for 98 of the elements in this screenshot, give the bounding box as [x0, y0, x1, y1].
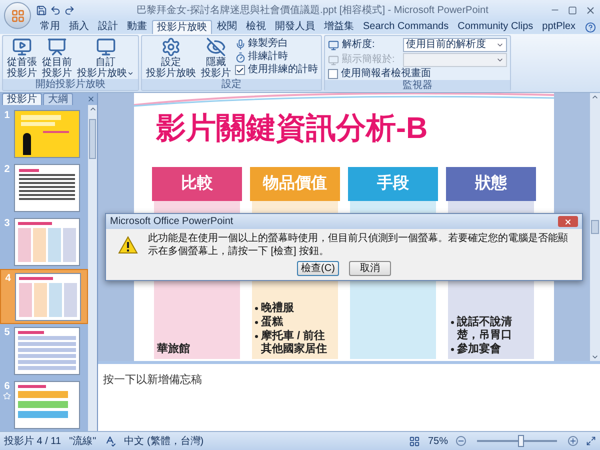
slide-thumbnail: [14, 327, 80, 375]
field-label: 解析度:: [342, 39, 376, 51]
checkbox[interactable]: [235, 65, 245, 75]
ribbon-tab[interactable]: pptPlex: [538, 20, 580, 34]
bullet-item: 蛋糕: [261, 316, 283, 329]
dropdown[interactable]: 使用目前的解析度: [403, 38, 507, 52]
ribbon-tab[interactable]: 開發人員: [271, 20, 319, 34]
projector-screen-icon: [12, 37, 32, 57]
settings-icon: [161, 37, 181, 57]
zoom-out-icon[interactable]: [456, 436, 466, 446]
slide-thumbnail: [14, 218, 80, 266]
scroll-up-icon[interactable]: [591, 93, 599, 101]
slide-counter: 投影片 4 / 11: [4, 434, 62, 448]
scrollbar[interactable]: [88, 105, 97, 431]
slide-number: 6: [4, 381, 10, 392]
slide-number: 5: [4, 327, 10, 338]
column-header: 比較: [152, 167, 242, 201]
zoom-level[interactable]: 75%: [428, 434, 448, 448]
dialog-title: Microsoft Office PowerPoint: [110, 215, 234, 229]
monitor-icon: [328, 54, 339, 66]
microphone-icon: [235, 38, 246, 50]
slide-sorter-icon[interactable]: [408, 436, 420, 446]
slide-number: 3: [4, 218, 10, 229]
column-header: 狀態: [446, 167, 536, 201]
notes-placeholder: 按一下以新增備忘稿: [103, 374, 202, 386]
monitor-icon: [328, 40, 339, 50]
language-indicator: 中文 (繁體，台灣): [124, 434, 204, 448]
field-label: 顯示簡報於:: [342, 54, 396, 66]
group-label: 監視器: [325, 80, 510, 91]
panel-tab[interactable]: 投影片: [2, 93, 42, 105]
spell-check-icon[interactable]: [104, 435, 116, 447]
ribbon-tab[interactable]: 檢視: [242, 20, 270, 34]
ribbon-tab[interactable]: 校閱: [213, 20, 241, 34]
dialog-button[interactable]: 檢查(C): [297, 261, 339, 276]
slide-number: 1: [4, 110, 10, 121]
slide-title: 影片關鍵資訊分析-B: [154, 111, 429, 147]
column-header: 手段: [348, 167, 438, 201]
ribbon-tab[interactable]: 動畫: [123, 20, 151, 34]
ribbon-button[interactable]: 從首張 投影片: [6, 37, 38, 79]
help-icon[interactable]: [585, 22, 596, 33]
bullet-item: 摩托車 / 前往其他國家居住: [261, 330, 328, 356]
slide-number: 4: [5, 273, 11, 284]
theme-name: "流線": [69, 434, 96, 448]
close-icon[interactable]: [87, 95, 95, 103]
ribbon-tab[interactable]: Search Commands: [359, 20, 453, 34]
slide-number: 2: [4, 164, 10, 175]
checkbox-label: 使用簡報者檢視畫面: [341, 68, 431, 80]
bullet-item: 華旅館: [157, 343, 190, 356]
slide-thumbnail: [14, 110, 80, 158]
redo-icon[interactable]: [64, 4, 75, 16]
notes-pane[interactable]: 按一下以新增備忘稿: [98, 361, 600, 431]
bullet-item: 參加宴會: [457, 343, 501, 356]
zoom-in-icon[interactable]: [568, 436, 578, 446]
ribbon-button[interactable]: 自訂 投影片放映: [76, 37, 135, 79]
dialog-button[interactable]: 取消: [349, 261, 391, 276]
close-icon: [564, 218, 572, 226]
undo-icon[interactable]: [50, 4, 61, 16]
save-icon[interactable]: [36, 4, 47, 16]
dialog-message: 此功能是在使用一個以上的螢幕時使用，但目前只偵測到一個螢幕。若要確定您的電腦是否能顯示在多個螢幕上，請按一下 [檢查] 按鈕。: [148, 232, 569, 258]
ribbon-button[interactable]: 從目前 投影片: [41, 37, 73, 79]
group-label: 開始投影片放映: [3, 79, 138, 90]
maximize-icon[interactable]: [568, 6, 577, 14]
bullet-item: 晚禮服: [261, 302, 294, 315]
close-button[interactable]: [558, 216, 578, 227]
ribbon-tab[interactable]: 設計: [94, 20, 122, 34]
screen-icon: [96, 37, 116, 57]
rehearse-timings-button[interactable]: 排練計時: [235, 51, 318, 63]
record-narration-button[interactable]: 錄製旁白: [235, 38, 318, 50]
slide-thumbnail: [15, 273, 81, 321]
window-title: 巴黎拜金女-探討名牌迷思與社會價值議題.ppt [相容模式] - Microsoft PowerPoint: [136, 4, 490, 18]
zoom-slider-thumb[interactable]: [518, 435, 524, 447]
ribbon-button[interactable]: 隱藏 投影片: [200, 37, 232, 79]
zoom-slider[interactable]: [474, 435, 560, 447]
group-label: 設定: [142, 79, 321, 90]
ribbon-tab[interactable]: 投影片放映: [152, 20, 212, 34]
hidden-eye-icon: [206, 37, 226, 57]
scroll-down-icon[interactable]: [591, 353, 599, 361]
checkbox-label: 使用排練的計時: [248, 64, 318, 76]
timer-icon: [235, 52, 246, 62]
ribbon-tab[interactable]: 常用: [36, 20, 64, 34]
close-icon[interactable]: [585, 4, 596, 16]
column-header: 物品價值: [250, 167, 340, 201]
fit-window-icon[interactable]: [586, 436, 596, 446]
scroll-thumb[interactable]: [591, 220, 599, 234]
projector-screen-icon: [47, 37, 67, 57]
ribbon-tab[interactable]: Community Clips: [454, 20, 538, 34]
scroll-up-icon[interactable]: [88, 105, 96, 113]
ribbon-button[interactable]: 設定 投影片放映: [145, 37, 197, 79]
scrollbar[interactable]: [590, 93, 600, 361]
slide-thumbnail: [14, 164, 80, 212]
ribbon-tab[interactable]: 增益集: [320, 20, 358, 34]
panel-tab[interactable]: 大綱: [43, 93, 73, 105]
scroll-thumb[interactable]: [89, 119, 96, 159]
slide-thumbnail: [14, 381, 80, 429]
checkbox[interactable]: [328, 69, 338, 79]
bullet-item: 說話不說清楚，吊胃口: [457, 316, 513, 342]
ribbon-tab[interactable]: 插入: [65, 20, 93, 34]
warning-icon: [118, 236, 138, 254]
